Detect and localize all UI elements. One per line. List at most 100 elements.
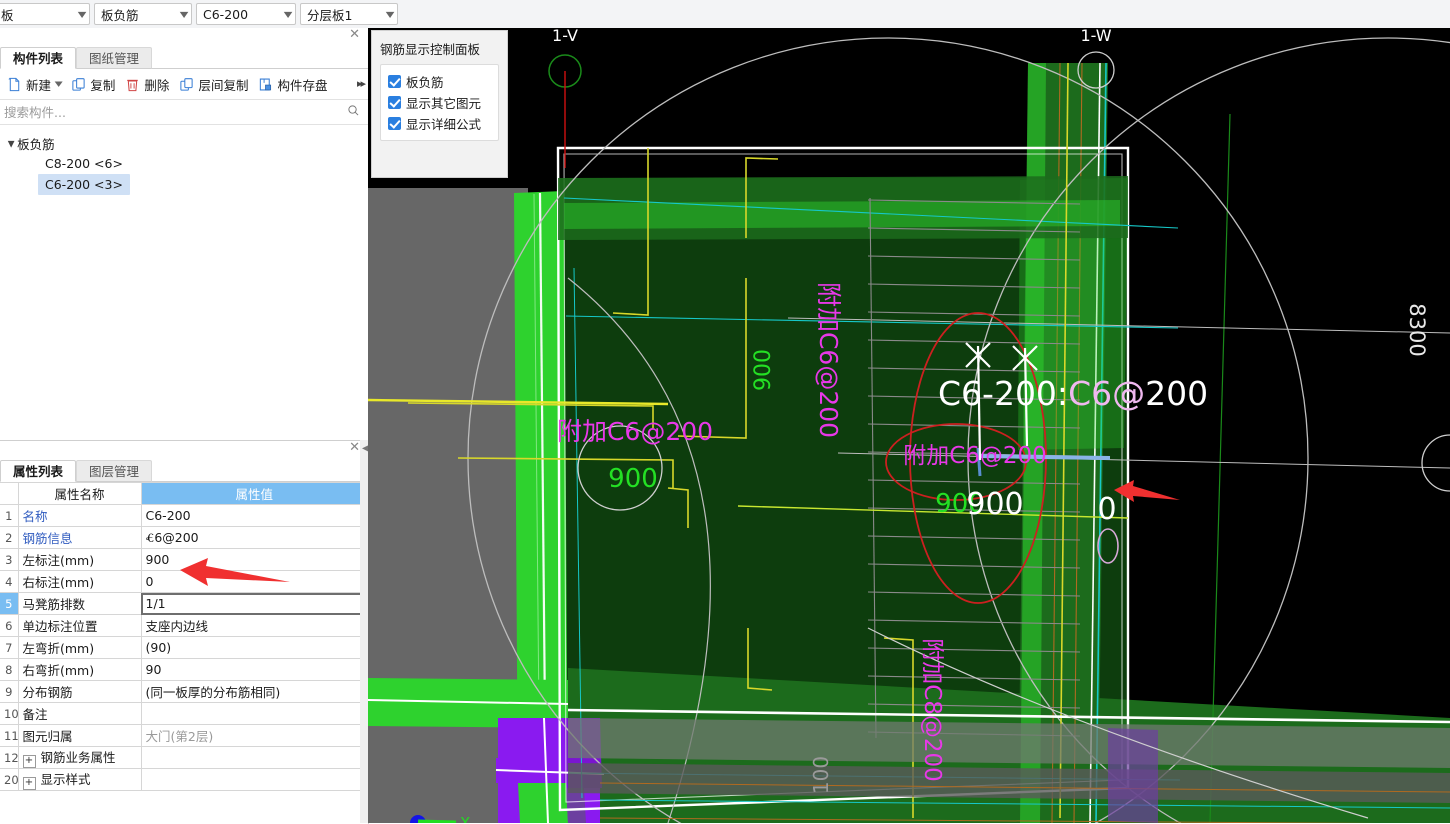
component-tree: ▼ 板负筋 C8-200 <6> C6-200 <3> (0, 125, 368, 195)
close-icon[interactable]: ✕ (349, 28, 360, 42)
row-index: 12 (0, 746, 19, 769)
tab-property-list[interactable]: 属性列表 (0, 460, 77, 482)
property-table-body: 1 名称 C6-200 2 钢筋信息 Ⱔ6@200 3 左标注(mm) 900 4 右标注(mm) 0… (0, 504, 368, 791)
header-property-value: 属性值 (140, 482, 368, 505)
table-row[interactable]: 2 钢筋信息 Ⱔ6@200 (0, 526, 368, 549)
property-value-cell[interactable]: C6-200 (140, 504, 368, 527)
dimension-8300: 8300 (1405, 303, 1429, 356)
interfloor-copy-button[interactable]: 层间复制 (174, 73, 253, 96)
rebar-label-b: 附加C6@200 (557, 417, 713, 446)
rebar-label-a: 附加C6@200 (814, 282, 843, 438)
row-index: 8 (0, 658, 19, 681)
property-value-cell[interactable]: 支座内边线 (140, 614, 368, 637)
property-value-cell[interactable] (140, 702, 368, 725)
table-row[interactable]: 11 图元归属 大门(第2层) (0, 724, 368, 747)
save-component-button[interactable]: 构件存盘 (253, 73, 332, 96)
checkbox-slab-negative-rebar[interactable]: 板负筋 (388, 71, 491, 92)
row-index: 2 (0, 526, 19, 549)
table-row[interactable]: 10 备注 (0, 702, 368, 725)
chevron-down-icon: ▼ (179, 9, 189, 19)
category-combo[interactable]: 板 ▼ (0, 3, 90, 25)
row-index: 5 (0, 592, 19, 615)
rebar-display-control-panel[interactable]: 钢筋显示控制面板 板负筋 显示其它图元 显示详细公式 (371, 30, 508, 178)
row-index: 6 (0, 614, 19, 637)
table-row[interactable]: 3 左标注(mm) 900 (0, 548, 368, 571)
search-input[interactable] (2, 103, 347, 121)
copy-button[interactable]: 复制 (66, 73, 120, 96)
checkbox-checked-icon (388, 96, 401, 109)
search-icon[interactable] (347, 104, 360, 120)
chevron-down-icon[interactable]: ▼ (55, 80, 63, 88)
tab-drawing-manage[interactable]: 图纸管理 (76, 47, 153, 69)
new-button[interactable]: 新建 ▼ (2, 73, 66, 96)
property-value-cell[interactable]: 1/1 (140, 592, 368, 615)
checkbox-checked-icon (388, 75, 401, 88)
table-row[interactable]: 6 单边标注位置 支座内边线 (0, 614, 368, 637)
selection-tooltip: C6-200:C6@200 (938, 374, 1208, 413)
checkbox-show-detailed-formula[interactable]: 显示详细公式 (388, 113, 491, 134)
save-component-button-label: 构件存盘 (277, 77, 328, 93)
3d-model-canvas[interactable]: 1-V 1-W 8300 900 900 900 100 附加C6@200 附加… (368, 28, 1450, 823)
panel-splitter[interactable] (360, 440, 368, 823)
property-table: 属性名称 属性值 1 名称 C6-200 2 钢筋信息 Ⱔ6@200 3 左标注(mm) 900… (0, 482, 368, 791)
tab-layer-manage[interactable]: 图层管理 (76, 460, 153, 482)
checkbox-label: 板负筋 (406, 75, 444, 90)
table-row[interactable]: 20 + 显示样式 (0, 768, 368, 791)
table-row[interactable]: 8 右弯折(mm) 90 (0, 658, 368, 681)
property-value-cell[interactable] (140, 746, 368, 769)
rebar-panel-title: 钢筋显示控制面板 (380, 42, 481, 57)
member-type-combo-value: 板负筋 (101, 7, 139, 23)
member-type-combo[interactable]: 板负筋 ▼ (94, 3, 192, 25)
expand-icon[interactable]: + (22, 755, 36, 768)
save-disk-icon (258, 77, 273, 92)
toolbar-overflow-icon[interactable]: ▸▸ (357, 77, 366, 90)
list-item[interactable]: C8-200 <6> (8, 153, 368, 174)
chevron-down-icon[interactable]: ▼ (8, 138, 15, 148)
table-row[interactable]: 4 右标注(mm) 0 (0, 570, 368, 593)
table-row[interactable]: 9 分布钢筋 (同一板厚的分布筋相同) (0, 680, 368, 703)
checkbox-label: 显示其它图元 (406, 96, 482, 111)
chevron-down-icon: ▼ (385, 9, 395, 19)
component-toolbar: 新建 ▼ 复制 删除 层间复制 构件存盘 ▸▸ (0, 69, 368, 100)
expand-icon[interactable]: + (22, 777, 36, 790)
layer-combo[interactable]: 分层板1 ▼ (300, 3, 398, 25)
table-row[interactable]: 5 马凳筋排数 1/1 (0, 592, 368, 615)
checkbox-checked-icon (388, 117, 401, 130)
delete-button-label: 删除 (144, 77, 170, 93)
tab-component-list[interactable]: 构件列表 (0, 47, 77, 69)
property-value-cell[interactable]: (同一板厚的分布筋相同) (140, 680, 368, 703)
property-value-cell[interactable] (140, 768, 368, 791)
property-name-cell: 名称 (17, 504, 142, 527)
property-value-cell[interactable]: Ⱔ6@200 (140, 526, 368, 549)
table-row[interactable]: 1 名称 C6-200 (0, 504, 368, 527)
table-header-row: 属性名称 属性值 (0, 482, 368, 505)
delete-button[interactable]: 删除 (120, 73, 174, 96)
list-item[interactable]: C6-200 <3> (8, 174, 368, 195)
table-row[interactable]: 7 左弯折(mm) (90) (0, 636, 368, 659)
header-index (0, 482, 19, 505)
property-value-cell[interactable]: 900 (140, 548, 368, 571)
row-index: 20 (0, 768, 19, 791)
top-selector-bar: 板 ▼ 板负筋 ▼ C6-200 ▼ 分层板1 ▼ (0, 0, 1450, 29)
trash-icon (125, 77, 140, 92)
property-value-cell[interactable]: 90 (140, 658, 368, 681)
component-search-bar (0, 100, 368, 125)
axis-label-1w: 1-W (1080, 28, 1111, 45)
dimension-900-b: 900 (608, 464, 658, 494)
property-value-cell[interactable]: (90) (140, 636, 368, 659)
close-icon[interactable]: ✕ (349, 441, 360, 455)
property-value-cell[interactable]: 0 (140, 570, 368, 593)
property-value-cell[interactable]: 大门(第2层) (140, 724, 368, 747)
table-row[interactable]: 12 + 钢筋业务属性 (0, 746, 368, 769)
property-name-cell: 图元归属 (17, 724, 142, 747)
checkbox-show-other-elements[interactable]: 显示其它图元 (388, 92, 491, 113)
property-name-cell: 右弯折(mm) (17, 658, 142, 681)
tree-item-c6-200[interactable]: C6-200 <3> (38, 174, 130, 195)
tree-item-c8-200[interactable]: C8-200 <6> (38, 153, 130, 174)
row-index: 7 (0, 636, 19, 659)
tree-root-node[interactable]: ▼ 板负筋 (8, 133, 368, 153)
checkbox-label: 显示详细公式 (406, 117, 482, 132)
category-combo-value: 板 (1, 7, 14, 23)
property-name-cell: 左标注(mm) (17, 548, 142, 571)
member-name-combo[interactable]: C6-200 ▼ (196, 3, 296, 25)
